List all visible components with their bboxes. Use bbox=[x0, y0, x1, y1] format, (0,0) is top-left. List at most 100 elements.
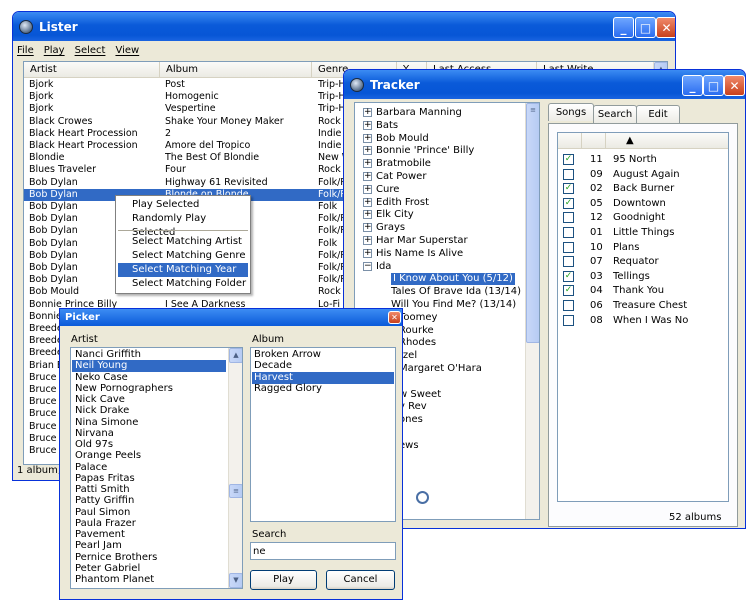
artist-list-item[interactable]: Paul Simon bbox=[72, 507, 226, 519]
tree-item-artist[interactable]: Har Mar Superstar bbox=[376, 235, 468, 247]
cancel-button[interactable]: Cancel bbox=[326, 570, 395, 590]
tree-item-artist[interactable]: Cure bbox=[376, 184, 399, 196]
scroll-thumb[interactable]: ≡ bbox=[526, 103, 539, 343]
maximize-button[interactable]: □ bbox=[635, 17, 656, 38]
menu-file[interactable]: File bbox=[17, 45, 34, 56]
artist-list-item[interactable]: Papas Fritas bbox=[72, 473, 226, 485]
col-artist[interactable]: Artist bbox=[24, 62, 160, 77]
close-button[interactable]: ✕ bbox=[724, 75, 745, 96]
song-checkbox[interactable]: ✓ bbox=[563, 270, 574, 282]
tab-edit[interactable]: Edit bbox=[636, 105, 680, 123]
album-list-item[interactable]: Harvest bbox=[252, 371, 394, 384]
artist-list-item[interactable]: Peter Gabriel bbox=[72, 563, 226, 575]
artist-list-item[interactable]: Orange Peels bbox=[72, 450, 226, 462]
song-checkbox[interactable] bbox=[563, 241, 574, 253]
song-checkbox[interactable]: ✓ bbox=[563, 285, 574, 297]
tree-item-artist[interactable]: y Rev bbox=[399, 401, 427, 413]
tree-scrollbar[interactable]: ≡ bbox=[525, 103, 539, 519]
expand-icon[interactable]: + bbox=[363, 108, 372, 117]
tree-item-album[interactable]: Tales Of Brave Ida (13/14) bbox=[391, 286, 521, 298]
artist-list-item[interactable]: Pavement bbox=[72, 529, 226, 541]
menu-item-match-artist[interactable]: Select Matching Artist bbox=[118, 235, 248, 249]
tab-songs[interactable]: Songs bbox=[548, 103, 594, 121]
expand-icon[interactable]: + bbox=[363, 210, 372, 220]
tree-item-artist[interactable]: Bob Mould bbox=[376, 133, 429, 145]
song-title[interactable]: August Again bbox=[613, 169, 680, 181]
menu-play[interactable]: Play bbox=[44, 45, 65, 56]
artist-list-item[interactable]: Palace bbox=[72, 462, 226, 474]
song-checkbox[interactable]: ✓ bbox=[563, 154, 574, 165]
album-list-item[interactable]: Broken Arrow bbox=[252, 349, 394, 361]
tree-item-artist[interactable]: His Name Is Alive bbox=[376, 248, 463, 260]
song-title[interactable]: Thank You bbox=[613, 285, 664, 297]
song-title[interactable]: Little Things bbox=[613, 227, 674, 239]
scroll-down-button[interactable]: ▼ bbox=[229, 573, 242, 588]
col-check[interactable] bbox=[558, 133, 582, 148]
expand-icon[interactable]: + bbox=[363, 133, 372, 143]
menu-item-match-genre[interactable]: Select Matching Genre bbox=[118, 249, 248, 263]
expand-icon[interactable]: + bbox=[363, 236, 372, 245]
lister-titlebar[interactable]: Lister _ □ ✕ bbox=[13, 12, 675, 41]
artist-list-item[interactable]: Patty Griffin bbox=[72, 495, 226, 507]
menu-item-play-selected[interactable]: Play Selected bbox=[118, 198, 248, 212]
tree-item-artist[interactable]: Edith Frost bbox=[376, 197, 429, 209]
song-checkbox[interactable]: ✓ bbox=[563, 183, 574, 195]
col-track[interactable] bbox=[582, 133, 606, 148]
tree-item-artist[interactable]: Ida bbox=[376, 261, 391, 273]
menu-view[interactable]: View bbox=[115, 45, 139, 56]
tree-item-album[interactable]: Will You Find Me? (13/14) bbox=[391, 299, 516, 311]
tree-item-artist[interactable]: Toomey bbox=[399, 312, 437, 324]
song-checkbox[interactable] bbox=[563, 300, 574, 311]
artist-list-item[interactable]: Neil Young bbox=[72, 360, 226, 373]
artist-list-item[interactable]: Pernice Brothers bbox=[72, 552, 226, 564]
maximize-button[interactable]: □ bbox=[703, 75, 724, 96]
song-title[interactable]: Treasure Chest bbox=[613, 300, 687, 312]
expand-icon[interactable]: + bbox=[363, 197, 372, 207]
song-title[interactable]: 95 North bbox=[613, 154, 657, 166]
menu-item-random-play[interactable]: Randomly Play Selected bbox=[118, 212, 248, 238]
song-title[interactable]: When I Was No bbox=[613, 315, 688, 327]
scroll-thumb[interactable]: ≡ bbox=[229, 484, 242, 498]
artist-list-item[interactable]: Nanci Griffith bbox=[72, 349, 226, 361]
close-button[interactable]: ✕ bbox=[656, 17, 675, 38]
album-list-item[interactable]: Ragged Glory bbox=[252, 383, 394, 395]
song-title[interactable]: Requator bbox=[613, 256, 659, 268]
tree-item-artist[interactable]: Rhodes bbox=[399, 337, 436, 349]
song-checkbox[interactable] bbox=[563, 212, 574, 224]
expand-icon[interactable]: + bbox=[363, 248, 372, 258]
search-input[interactable] bbox=[250, 542, 396, 560]
song-checkbox[interactable] bbox=[563, 256, 574, 268]
expand-icon[interactable]: + bbox=[363, 146, 372, 156]
song-title[interactable]: Goodnight bbox=[613, 212, 665, 224]
album-list-item[interactable]: Decade bbox=[252, 360, 394, 372]
menu-item-match-year[interactable]: Select Matching Year bbox=[118, 263, 248, 277]
tree-item-artist[interactable]: Bats bbox=[376, 120, 398, 132]
artist-list-item[interactable]: New Pornographers bbox=[72, 383, 226, 395]
scroll-up-button[interactable]: ▲ bbox=[229, 348, 242, 363]
expand-icon[interactable]: + bbox=[363, 223, 372, 233]
picker-titlebar[interactable]: Picker ✕ bbox=[60, 309, 402, 326]
artist-list-item[interactable]: Patti Smith bbox=[72, 484, 226, 496]
artist-list-item[interactable]: Nick Cave bbox=[72, 394, 226, 406]
song-list[interactable]: ▲ ✓ 11 95 North 09 August Again ✓ 02 Back Burne… bbox=[557, 132, 729, 502]
minimize-button[interactable]: _ bbox=[682, 75, 703, 96]
tree-item-artist[interactable]: w Sweet bbox=[399, 389, 441, 401]
artist-list-item[interactable]: Nick Drake bbox=[72, 405, 226, 417]
artist-listbox[interactable]: ▲ ≡ ▼ Nanci Griffith Neil Young Neko Case N… bbox=[70, 347, 243, 589]
expand-icon[interactable]: + bbox=[363, 159, 372, 169]
artist-list-item[interactable]: Pearl Jam bbox=[72, 540, 226, 552]
tree-item-artist[interactable]: Cat Power bbox=[376, 171, 426, 183]
expand-icon[interactable]: + bbox=[363, 120, 372, 130]
song-checkbox[interactable] bbox=[563, 227, 574, 238]
collapse-icon[interactable]: − bbox=[363, 261, 372, 271]
artist-list-item[interactable]: Nirvana bbox=[72, 428, 226, 440]
expand-icon[interactable]: + bbox=[363, 184, 372, 194]
tree-item-album[interactable]: I Know About You (5/12) bbox=[391, 273, 515, 286]
refresh-icon[interactable] bbox=[416, 491, 429, 504]
song-checkbox[interactable] bbox=[563, 168, 574, 180]
song-title[interactable]: Back Burner bbox=[613, 183, 674, 195]
menu-select[interactable]: Select bbox=[75, 45, 106, 56]
song-title[interactable]: Plans bbox=[613, 242, 639, 254]
tree-item-artist[interactable]: Barbara Manning bbox=[376, 107, 462, 119]
artist-list-item[interactable]: Nina Simone bbox=[72, 417, 226, 429]
